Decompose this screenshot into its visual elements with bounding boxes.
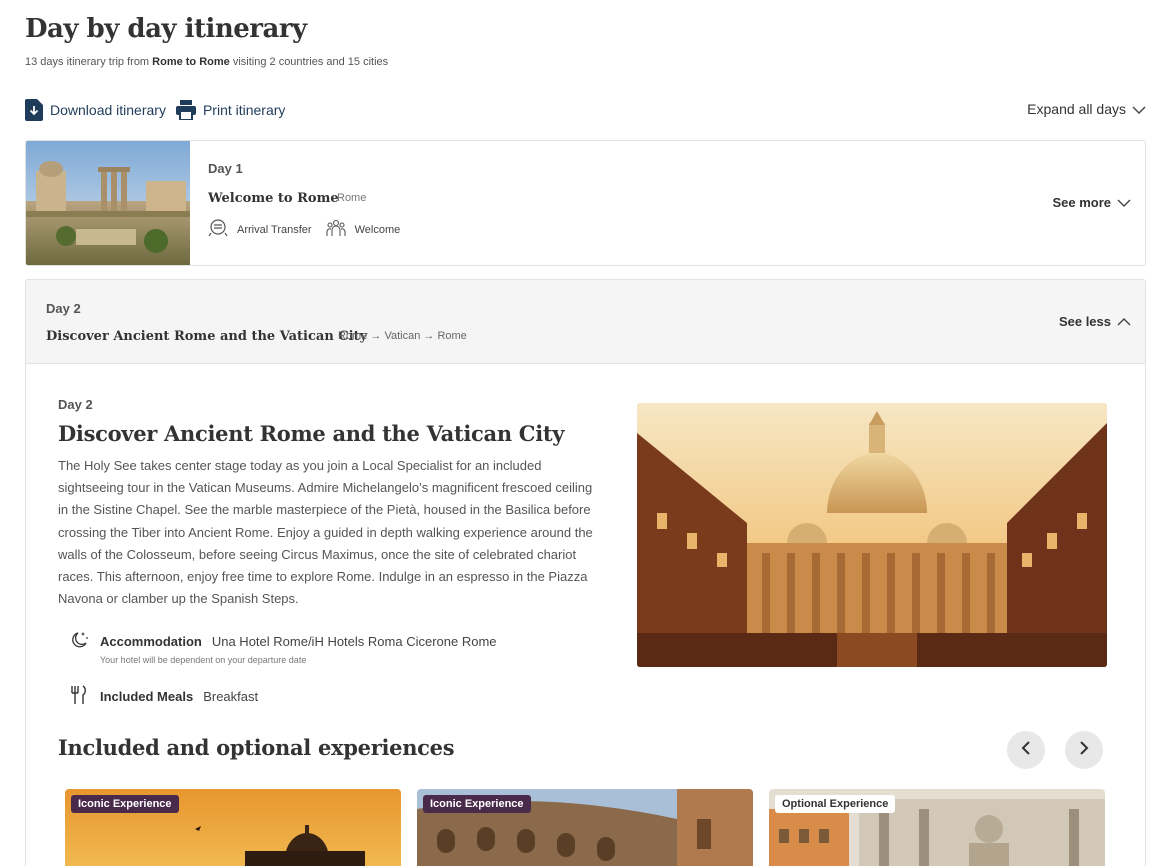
welcome-label: Welcome — [354, 223, 401, 236]
transfer-icon — [208, 219, 228, 240]
day-1-location: Rome — [337, 192, 367, 204]
experience-badge: Optional Experience — [775, 795, 896, 813]
welcome-tag: Welcome — [326, 219, 401, 240]
expand-all-days-button[interactable]: Expand all days — [1027, 101, 1146, 117]
page-title: Day by day itinerary — [25, 14, 307, 44]
expand-all-label: Expand all days — [1027, 101, 1126, 117]
see-less-label: See less — [1058, 314, 1111, 329]
see-less-button[interactable]: See less — [1059, 314, 1131, 329]
day-detail-title: Discover Ancient Rome and the Vatican Ci… — [58, 421, 565, 446]
see-more-button[interactable]: See more — [1052, 195, 1131, 210]
experience-badge: Iconic Experience — [71, 795, 179, 813]
experience-badge: Iconic Experience — [423, 795, 531, 813]
day-1-title: Welcome to Rome — [208, 191, 339, 206]
meals-label: Included Meals — [100, 689, 194, 704]
day-2-title: Discover Ancient Rome and the Vatican Ci… — [46, 329, 368, 344]
chevron-down-icon — [1117, 195, 1131, 210]
day-1-tags: Arrival Transfer Welcome — [208, 219, 406, 240]
page-subtitle: 13 days itinerary trip from Rome to Rome… — [25, 56, 388, 68]
day-2-card: Day 2 Discover Ancient Rome and the Vati… — [25, 279, 1146, 866]
experience-card[interactable]: Iconic Experience — [417, 789, 753, 866]
experience-card[interactable]: Optional Experience — [769, 789, 1105, 866]
meals-value: Breakfast — [203, 689, 259, 704]
subtitle-suffix: visiting 2 countries and 15 cities — [229, 56, 389, 68]
vatican-hero-image — [637, 403, 1107, 667]
day-description: The Holy See takes center stage today as… — [58, 458, 593, 607]
download-itinerary-button[interactable]: Download itinerary — [25, 99, 166, 121]
day-1-label: Day 1 — [208, 161, 243, 176]
day-1-image — [26, 141, 190, 265]
day-detail-label: Day 2 — [58, 397, 93, 412]
accommodation-note: Your hotel will be dependent on your dep… — [100, 655, 307, 665]
day-2-route: Rome → Vatican → Rome — [338, 330, 467, 342]
printer-icon — [175, 100, 196, 120]
chevron-down-icon — [1132, 101, 1146, 117]
subtitle-route: Rome to Rome — [152, 56, 230, 68]
experience-card[interactable]: Iconic Experience — [65, 789, 401, 866]
accommodation-row: Accommodation Una Hotel Rome/iH Hotels R… — [68, 630, 497, 653]
print-itinerary-label: Print itinerary — [202, 102, 286, 118]
experiences-title: Included and optional experiences — [58, 735, 455, 760]
day-1-card[interactable]: Day 1 Welcome to Rome Rome Arrival Trans… — [25, 140, 1146, 266]
print-itinerary-button[interactable]: Print itinerary — [175, 100, 286, 120]
download-itinerary-label: Download itinerary — [50, 102, 166, 118]
day-2-header[interactable]: Day 2 Discover Ancient Rome and the Vati… — [26, 280, 1145, 364]
arrival-transfer-tag: Arrival Transfer — [208, 219, 312, 240]
day-2-label: Day 2 — [46, 301, 81, 316]
chevron-left-icon — [1021, 740, 1031, 760]
accommodation-value: Una Hotel Rome/iH Hotels Roma Cicerone R… — [211, 634, 497, 649]
carousel-prev-button[interactable] — [1007, 731, 1045, 769]
group-people-icon — [326, 219, 346, 240]
meals-row: Included Meals Breakfast — [68, 685, 258, 708]
download-icon — [25, 99, 43, 121]
carousel-next-button[interactable] — [1065, 731, 1103, 769]
moon-stars-icon — [68, 630, 90, 653]
accommodation-label: Accommodation — [100, 634, 202, 649]
subtitle-prefix: 13 days itinerary trip from — [25, 56, 153, 68]
chevron-right-icon — [1079, 740, 1089, 760]
arrival-transfer-label: Arrival Transfer — [237, 223, 312, 236]
chevron-up-icon — [1117, 314, 1131, 329]
cutlery-icon — [68, 685, 90, 708]
itinerary-actions: Download itinerary Print itinerary — [25, 99, 285, 121]
see-more-label: See more — [1052, 195, 1111, 210]
